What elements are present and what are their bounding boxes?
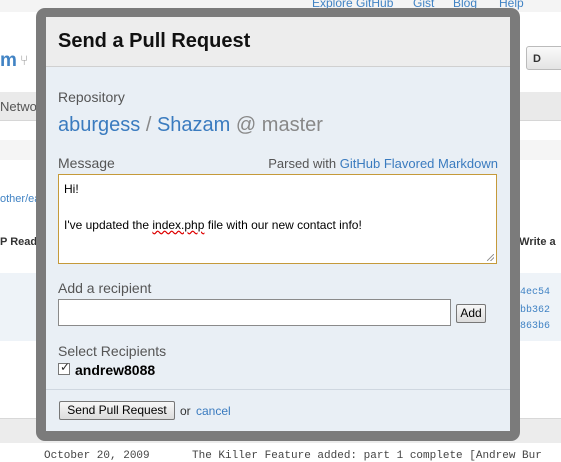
select-recipients-label: Select Recipients (58, 343, 167, 359)
commit-message: The Killer Feature added: part 1 complet… (192, 450, 542, 462)
message-textarea[interactable]: Hi! I've updated the index.php file with… (58, 174, 497, 264)
commit-date: October 20, 2009 (44, 450, 150, 462)
recipient-name: andrew8088 (75, 362, 156, 378)
parsed-with-text: Parsed with (268, 156, 337, 171)
recipient-input[interactable] (58, 299, 451, 326)
message-text: file with our new contact info! (204, 218, 362, 232)
repository-value: aburgess / Shazam @ master (58, 114, 323, 137)
add-recipient-button[interactable]: Add (456, 304, 486, 323)
repo-title-fragment[interactable]: m (0, 50, 17, 72)
message-label: Message (58, 155, 115, 171)
message-text: I've updated the (64, 218, 153, 232)
checkmark-icon: ✓ (60, 360, 71, 374)
cancel-link[interactable]: cancel (196, 404, 231, 418)
resize-handle[interactable] (487, 254, 494, 261)
fork-icon: ⑂ (20, 52, 29, 68)
send-pull-request-button[interactable]: Send Pull Request (59, 401, 175, 420)
or-text: or (180, 404, 191, 418)
add-recipient-label: Add a recipient (58, 280, 152, 296)
misspelled-word: index.php (152, 218, 205, 232)
repo-at: @ (235, 114, 257, 136)
other-link[interactable]: other/ea (0, 193, 40, 205)
parsed-with-note: Parsed with GitHub Flavored Markdown (268, 156, 498, 171)
download-button[interactable]: D (526, 46, 561, 70)
repo-branch: master (261, 114, 323, 136)
pull-request-dialog: Send a Pull Request Repository aburgess … (46, 17, 510, 431)
repo-name-link[interactable]: Shazam (157, 114, 230, 136)
recipient-checkbox[interactable]: ✓ (58, 360, 71, 375)
message-line: Hi! (64, 182, 79, 196)
dialog-title: Send a Pull Request (58, 30, 251, 52)
message-line: I've updated the index.php file with our… (64, 217, 491, 233)
repository-label: Repository (58, 89, 125, 105)
markdown-link[interactable]: GitHub Flavored Markdown (340, 156, 498, 171)
dialog-header: Send a Pull Request (46, 17, 510, 67)
repo-separator: / (145, 114, 152, 136)
download-label: D (533, 53, 541, 65)
footer-divider (46, 389, 510, 390)
repo-owner-link[interactable]: aburgess (58, 114, 140, 136)
